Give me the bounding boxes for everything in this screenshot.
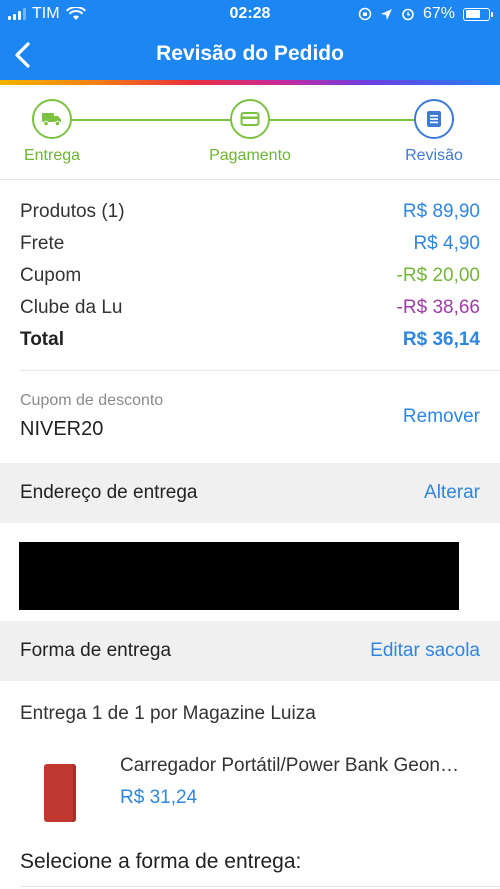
status-bar: TIM 02:28 67% [0,0,500,28]
summary-value: -R$ 38,66 [396,297,480,318]
step-label: Entrega [23,147,81,164]
product-image [44,764,76,822]
order-summary: Produtos (1) R$ 89,90 Frete R$ 4,90 Cupo… [20,196,480,356]
orientation-lock-icon [358,7,372,21]
delivery-count: Entrega 1 de 1 [20,703,145,724]
divider [20,886,500,887]
summary-row-cupom: Cupom -R$ 20,00 [20,260,480,292]
status-right: 67% [358,5,493,23]
summary-row-total: Total R$ 36,14 [20,324,480,356]
page-title: Revisão do Pedido [156,42,344,65]
total-label: Total [20,329,64,350]
address-section-header: Endereço de entrega Alterar [0,463,500,523]
step-circle [32,99,72,139]
summary-label: Produtos (1) [20,201,125,222]
summary-value: R$ 89,90 [402,201,480,222]
location-icon [380,8,392,20]
battery-icon [463,7,493,21]
summary-value: R$ 4,90 [413,233,480,254]
total-value: R$ 36,14 [402,329,480,350]
summary-row-clube: Clube da Lu -R$ 38,66 [20,292,480,324]
step-circle [414,99,454,139]
credit-card-icon [240,112,260,126]
divider [20,370,500,371]
alarm-icon [402,8,414,21]
document-icon [427,111,441,127]
battery-percent: 67% [422,5,455,22]
redacted-address [19,542,459,610]
summary-row-produtos: Produtos (1) R$ 89,90 [20,196,480,228]
checkout-stepper: Entrega Pagamento Revisão [0,85,500,180]
edit-bag-button[interactable]: Editar sacola [370,640,480,662]
remove-coupon-button[interactable]: Remover [403,406,480,428]
product-name: Carregador Portátil/Power Bank Geon… [120,755,459,776]
summary-label: Frete [20,233,65,254]
delivery-info: Entrega 1 de 1 por Magazine Luiza [20,703,316,725]
step-entrega[interactable]: Entrega [0,99,112,165]
step-pagamento[interactable]: Pagamento [190,99,310,165]
battery-level [465,10,481,18]
app-header: Revisão do Pedido [0,28,500,80]
delivery-seller: por Magazine Luiza [149,703,316,724]
step-circle [230,99,270,139]
shipping-section-header: Forma de entrega Editar sacola [0,621,500,681]
select-shipping-title: Selecione a forma de entrega: [20,850,302,873]
summary-value: -R$ 20,00 [396,265,480,286]
step-revisao[interactable]: Revisão [374,99,494,165]
step-label: Pagamento [209,147,291,164]
change-address-button[interactable]: Alterar [424,482,480,504]
product-price: R$ 31,24 [120,787,198,808]
address-section-title: Endereço de entrega [20,482,198,503]
shipping-section-title: Forma de entrega [20,640,172,661]
truck-icon [42,113,61,127]
summary-label: Clube da Lu [20,297,123,318]
product-item[interactable]: Carregador Portátil/Power Bank Geon… R$ … [20,752,480,832]
step-label: Revisão [405,147,463,164]
summary-row-frete: Frete R$ 4,90 [20,228,480,260]
summary-label: Cupom [20,265,82,286]
coupon-section: Cupom de desconto NIVER20 Remover [20,392,480,452]
